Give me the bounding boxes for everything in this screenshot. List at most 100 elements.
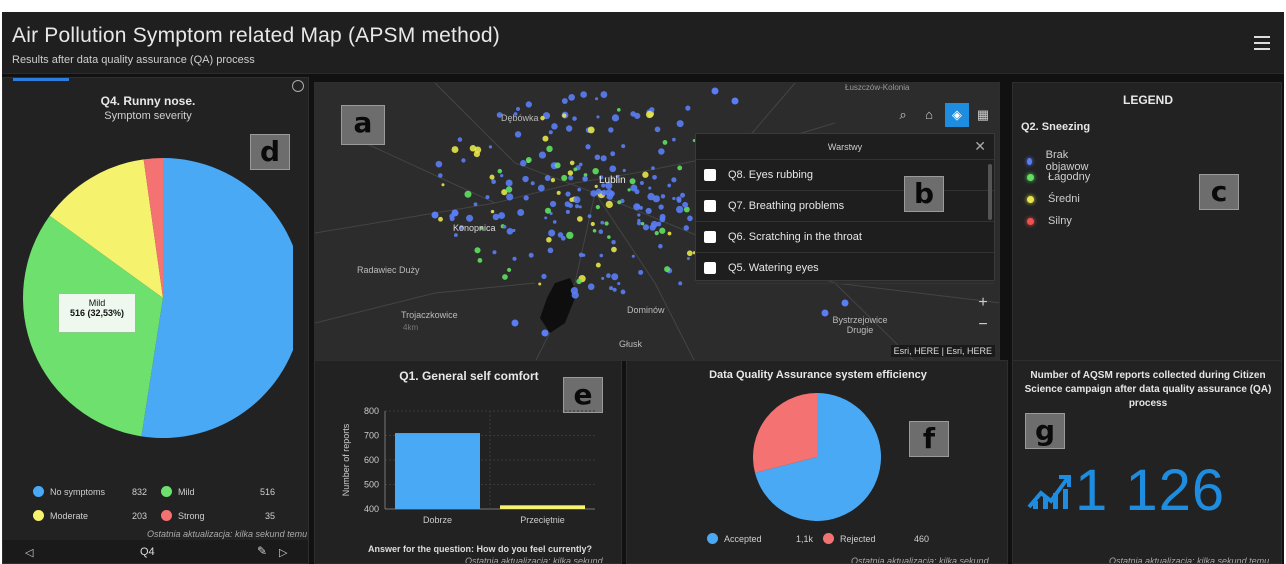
map-marker[interactable]: [631, 254, 635, 258]
map-marker[interactable]: [601, 276, 605, 280]
sneezing-legend-item[interactable]: Średni: [1027, 193, 1080, 205]
map-marker[interactable]: [645, 207, 652, 215]
map-marker[interactable]: [658, 243, 663, 249]
map-marker[interactable]: [577, 187, 582, 192]
map-marker[interactable]: [595, 262, 601, 268]
map-marker[interactable]: [544, 216, 548, 220]
map-marker[interactable]: [469, 145, 477, 152]
map-marker[interactable]: [542, 135, 549, 142]
map-marker[interactable]: [599, 253, 604, 258]
map-marker[interactable]: [461, 158, 466, 163]
map-marker[interactable]: [617, 108, 621, 112]
map-marker[interactable]: [526, 159, 531, 164]
map-marker[interactable]: [678, 281, 683, 286]
map-marker[interactable]: [488, 145, 493, 149]
map-marker[interactable]: [652, 195, 660, 203]
map-marker[interactable]: [502, 274, 508, 280]
map-marker[interactable]: [556, 190, 561, 195]
map-marker[interactable]: [507, 267, 512, 273]
map-marker[interactable]: [711, 87, 719, 95]
zoom-in-button[interactable]: +: [973, 293, 993, 313]
map-marker[interactable]: [497, 168, 503, 174]
map-marker[interactable]: [564, 201, 571, 208]
map-marker[interactable]: [636, 221, 642, 226]
map-home-icon[interactable]: ⌂: [919, 105, 939, 125]
bar-dobrze[interactable]: [395, 433, 480, 509]
map-marker[interactable]: [609, 286, 614, 291]
map-marker[interactable]: [638, 269, 644, 275]
pie-slice-no-symptoms[interactable]: [141, 158, 293, 438]
map-marker[interactable]: [477, 258, 483, 263]
map-marker[interactable]: [517, 208, 525, 216]
map-marker[interactable]: [565, 209, 570, 215]
map-marker[interactable]: [568, 175, 574, 181]
map-marker[interactable]: [607, 235, 611, 239]
map-marker[interactable]: [514, 131, 522, 138]
map-marker[interactable]: [544, 207, 552, 214]
edit-icon[interactable]: ✎: [257, 544, 267, 558]
map-marker[interactable]: [528, 252, 534, 258]
map-marker[interactable]: [565, 191, 571, 197]
map-marker[interactable]: [660, 194, 666, 199]
map-marker[interactable]: [600, 220, 605, 225]
map-marker[interactable]: [606, 273, 611, 279]
map-marker[interactable]: [551, 123, 558, 130]
map-marker[interactable]: [686, 250, 693, 257]
map-marker[interactable]: [640, 221, 645, 226]
map-marker[interactable]: [635, 203, 641, 209]
map-marker[interactable]: [672, 137, 676, 142]
map-marker[interactable]: [627, 188, 631, 192]
legend-item[interactable]: Strong 35: [161, 510, 283, 521]
map-marker[interactable]: [554, 162, 561, 169]
map-marker[interactable]: [438, 173, 443, 178]
map-marker[interactable]: [608, 127, 614, 133]
map-marker[interactable]: [557, 232, 564, 238]
map-marker[interactable]: [671, 177, 677, 183]
map-layers-icon[interactable]: ◈: [945, 103, 969, 127]
map-marker[interactable]: [435, 160, 443, 168]
sneezing-legend-item[interactable]: Brak objawow: [1027, 149, 1091, 173]
map-marker[interactable]: [562, 113, 567, 118]
map-marker[interactable]: [654, 126, 661, 133]
map-marker[interactable]: [731, 97, 739, 105]
map-marker[interactable]: [590, 221, 595, 227]
map-marker[interactable]: [611, 273, 619, 281]
map-marker[interactable]: [520, 160, 527, 167]
map-marker[interactable]: [611, 246, 617, 253]
map-search-icon[interactable]: ⌕: [893, 105, 913, 125]
sneezing-legend-item[interactable]: Łagodny: [1027, 171, 1090, 183]
map-marker[interactable]: [546, 237, 552, 243]
map-marker[interactable]: [568, 93, 576, 101]
map-marker[interactable]: [676, 196, 682, 202]
map-panel[interactable]: Dębówka Lublin Konopnica Radawiec Duży T…: [314, 82, 1000, 361]
layer-item-q7[interactable]: Q7. Breathing problems: [696, 191, 994, 222]
map-marker[interactable]: [538, 282, 542, 286]
map-marker[interactable]: [578, 205, 582, 209]
map-marker[interactable]: [659, 227, 666, 234]
map-marker[interactable]: [620, 289, 626, 295]
map-marker[interactable]: [587, 126, 595, 134]
map-marker[interactable]: [548, 130, 553, 135]
map-marker[interactable]: [438, 216, 443, 222]
layer-item-q8[interactable]: Q8. Eyes rubbing: [696, 160, 994, 191]
map-marker[interactable]: [590, 190, 597, 197]
map-marker[interactable]: [651, 166, 655, 170]
map-marker[interactable]: [498, 212, 506, 219]
map-marker[interactable]: [544, 175, 551, 181]
checkbox[interactable]: [704, 200, 716, 212]
map-marker[interactable]: [582, 176, 588, 182]
map-marker[interactable]: [595, 97, 599, 101]
map-marker[interactable]: [491, 179, 496, 185]
map-marker[interactable]: [565, 125, 573, 132]
map-marker[interactable]: [617, 200, 622, 205]
map-marker[interactable]: [594, 184, 598, 188]
map-marker[interactable]: [566, 231, 574, 240]
general-comfort-bar-chart[interactable]: 400 500 600 700 800 Number of reports Dobrze Pr…: [315, 389, 622, 549]
map-marker[interactable]: [441, 183, 445, 187]
map-marker[interactable]: [605, 189, 613, 197]
map-marker[interactable]: [466, 214, 474, 222]
map-marker[interactable]: [571, 291, 579, 299]
map-marker[interactable]: [595, 204, 600, 210]
map-marker[interactable]: [682, 201, 689, 208]
map-marker[interactable]: [573, 196, 581, 204]
